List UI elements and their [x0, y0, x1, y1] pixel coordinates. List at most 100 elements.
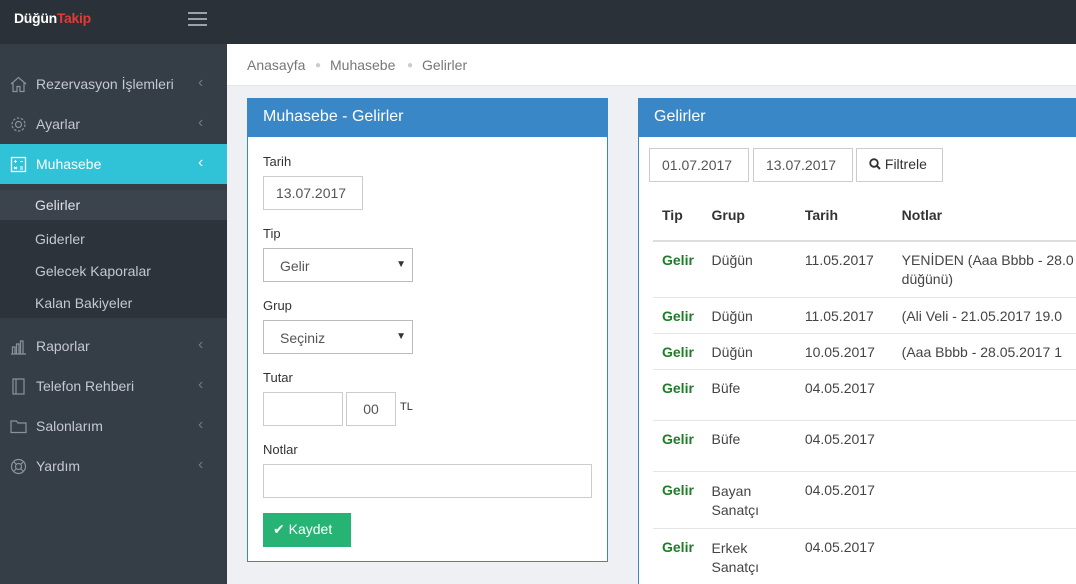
group-label: Grup [263, 298, 292, 313]
save-button[interactable]: ✔ Kaydet [263, 513, 351, 547]
sidebar-item-yardim[interactable]: Yardım ‹ [0, 446, 227, 486]
sidebar: Rezervasyon İşlemleri ‹ Ayarlar ‹ Muhase… [0, 44, 227, 584]
notes-input[interactable] [263, 464, 592, 498]
sidebar-item-ayarlar[interactable]: Ayarlar ‹ [0, 104, 227, 144]
cell-grup: Bayan Sanatçı [701, 471, 795, 529]
logo[interactable]: DüğünTakip [14, 10, 91, 26]
from-date-input[interactable]: 01.07.2017 [649, 148, 749, 182]
income-form-panel: Muhasebe - Gelirler Tarih 13.07.2017 Tip… [247, 98, 608, 562]
breadcrumb-muhasebe[interactable]: Muhasebe [330, 57, 395, 73]
column-header-grup[interactable]: Grup [701, 201, 795, 242]
cell-tip: Gelir [653, 333, 702, 370]
logo-text-part1: Düğün [14, 10, 57, 26]
to-date-input[interactable]: 13.07.2017 [753, 148, 853, 182]
cell-notlar [891, 420, 1076, 472]
amount-cents-input[interactable]: 00 [346, 392, 396, 426]
currency-label: TL [400, 401, 413, 413]
calculator-icon [10, 156, 27, 173]
breadcrumb-separator: ● [315, 60, 322, 71]
breadcrumb: Anasayfa ● Muhasebe ● Gelirler [227, 44, 1076, 86]
chevron-left-icon: ‹ [198, 336, 204, 353]
cell-tarih: 04.05.2017 [794, 471, 892, 529]
breadcrumb-home[interactable]: Anasayfa [247, 57, 305, 73]
top-bar: DüğünTakip [0, 0, 1076, 44]
check-icon: ✔ [273, 521, 285, 537]
type-select-value: Gelir [280, 258, 310, 274]
table-row[interactable]: Gelir Bayan Sanatçı 04.05.2017 [653, 471, 1076, 529]
breadcrumb-separator: ● [407, 60, 414, 71]
cell-notlar: YENİDEN (Aaa Bbbb - 28.0 düğünü) [891, 241, 1076, 298]
help-icon [10, 458, 27, 475]
breadcrumb-current: Gelirler [422, 57, 468, 73]
type-label: Tip [263, 226, 281, 241]
column-header-tip[interactable]: Tip [653, 201, 702, 242]
submenu-item-kalan-bakiyeler[interactable]: Kalan Bakiyeler [35, 295, 132, 311]
home-icon [10, 76, 27, 93]
sidebar-item-label: Rezervasyon İşlemleri [36, 76, 174, 92]
type-select[interactable]: Gelir ▼ [263, 248, 413, 282]
filter-button-label: Filtrele [884, 156, 927, 172]
table-row[interactable]: Gelir Büfe 04.05.2017 [653, 369, 1076, 421]
save-button-label: Kaydet [288, 521, 333, 537]
cell-tarih: 11.05.2017 [794, 241, 892, 298]
submenu-item-giderler[interactable]: Giderler [35, 231, 85, 247]
cell-notlar [891, 471, 1076, 529]
cell-tip: Gelir [653, 420, 702, 472]
group-select-value: Seçiniz [280, 330, 326, 346]
table-row[interactable]: Gelir Düğün 11.05.2017 (Ali Veli - 21.05… [653, 297, 1076, 334]
amount-input[interactable] [263, 392, 343, 426]
sidebar-item-label: Muhasebe [36, 156, 102, 172]
chevron-left-icon: ‹ [198, 376, 204, 393]
cell-grup: Düğün [701, 333, 795, 370]
sidebar-item-label: Raporlar [36, 338, 90, 354]
sidebar-item-telefon-rehberi[interactable]: Telefon Rehberi ‹ [0, 366, 227, 406]
income-list-panel: Gelirler 01.07.2017 13.07.2017 Filtrele … [638, 98, 1076, 584]
sidebar-item-raporlar[interactable]: Raporlar ‹ [0, 326, 227, 366]
sidebar-item-rezervasyon[interactable]: Rezervasyon İşlemleri ‹ [0, 64, 227, 104]
cell-tip: Gelir [653, 297, 702, 334]
submenu-item-gelecek-kaporalar[interactable]: Gelecek Kaporalar [35, 263, 151, 279]
date-input[interactable]: 13.07.2017 [263, 176, 363, 210]
cell-tarih: 04.05.2017 [794, 528, 892, 584]
cell-tarih: 04.05.2017 [794, 369, 892, 421]
sidebar-item-salonlarim[interactable]: Salonlarım ‹ [0, 406, 227, 446]
sidebar-item-label: Telefon Rehberi [36, 378, 135, 394]
cell-grup: Büfe [701, 420, 795, 472]
table-row[interactable]: Gelir Erkek Sanatçı 04.05.2017 [653, 528, 1076, 584]
column-header-notlar[interactable]: Notlar [891, 201, 1076, 242]
submenu-item-gelirler[interactable]: Gelirler [0, 190, 227, 220]
notes-label: Notlar [263, 442, 298, 457]
cell-notlar: (Ali Veli - 21.05.2017 19.0 [891, 297, 1076, 334]
cell-tip: Gelir [653, 241, 702, 298]
panel-title: Gelirler [639, 99, 1076, 137]
menu-toggle-icon[interactable] [188, 12, 207, 26]
table-row[interactable]: Gelir Büfe 04.05.2017 [653, 420, 1076, 472]
date-label: Tarih [263, 154, 292, 169]
cell-tip: Gelir [653, 528, 702, 584]
sidebar-item-label: Yardım [36, 458, 81, 474]
cell-tip: Gelir [653, 369, 702, 421]
panel-title: Muhasebe - Gelirler [248, 99, 607, 137]
table-row[interactable]: Gelir Düğün 11.05.2017 YENİDEN (Aaa Bbbb… [653, 241, 1076, 298]
cell-tarih: 04.05.2017 [794, 420, 892, 472]
cell-notlar [891, 369, 1076, 421]
caret-down-icon: ▼ [396, 331, 406, 342]
cell-grup: Düğün [701, 241, 795, 298]
filter-button[interactable]: Filtrele [856, 148, 943, 182]
sidebar-item-label: Ayarlar [36, 116, 81, 132]
gear-icon [11, 117, 26, 132]
chevron-left-icon: ‹ [198, 114, 204, 131]
group-select[interactable]: Seçiniz ▼ [263, 320, 413, 354]
table-header-row: Tip Grup Tarih Notlar [653, 201, 1076, 242]
logo-text-part2: Takip [56, 10, 91, 26]
caret-down-icon: ▼ [396, 259, 406, 270]
bar-chart-icon [11, 340, 26, 355]
cell-tarih: 11.05.2017 [794, 297, 892, 334]
chevron-left-icon: ‹ [198, 456, 204, 473]
table-row[interactable]: Gelir Düğün 10.05.2017 (Aaa Bbbb - 28.05… [653, 333, 1076, 370]
cell-tip: Gelir [653, 471, 702, 529]
sidebar-item-muhasebe[interactable]: Muhasebe ‹ [0, 144, 227, 184]
column-header-tarih[interactable]: Tarih [794, 201, 892, 242]
search-icon [869, 158, 881, 170]
income-table: Tip Grup Tarih Notlar Gelir Düğün 11.05.… [653, 201, 1076, 584]
